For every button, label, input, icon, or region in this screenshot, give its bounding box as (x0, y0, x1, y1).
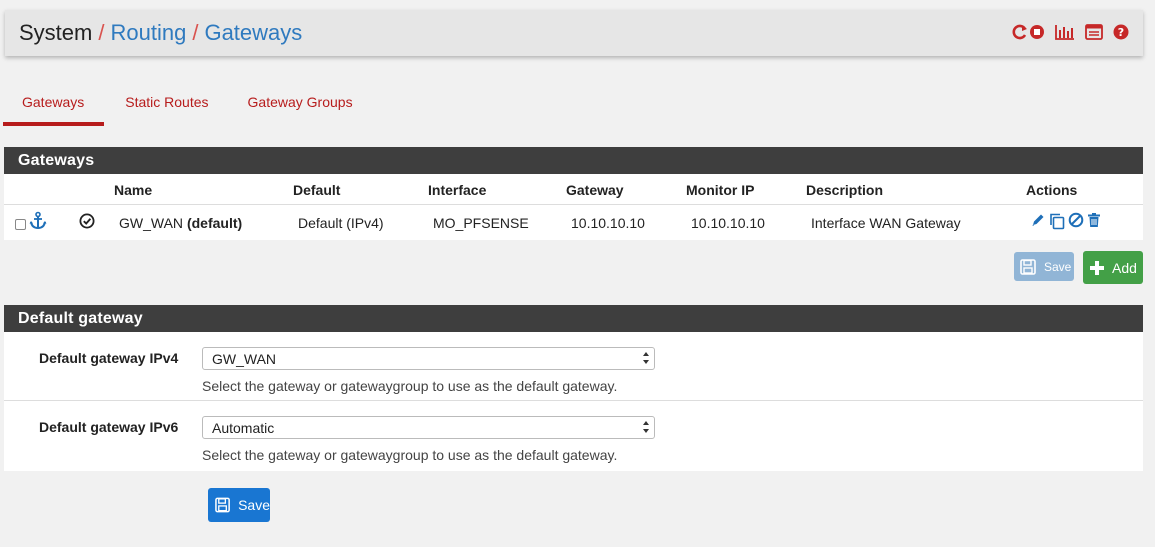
breadcrumb-separator: / (98, 20, 105, 45)
breadcrumb-system: System (19, 20, 93, 45)
pencil-icon[interactable] (1030, 212, 1046, 230)
save-gateways-button[interactable]: Save (1014, 252, 1074, 281)
column-header-actions: Actions (1026, 182, 1078, 198)
trash-icon[interactable] (1086, 212, 1102, 230)
plus-icon (1090, 260, 1104, 275)
save-gateways-button-label: Save (1044, 259, 1072, 274)
default-gateway-ipv4-select[interactable]: GW_WAN (202, 347, 655, 370)
column-header-default: Default (293, 182, 341, 198)
disable-icon[interactable] (1068, 212, 1084, 230)
gateways-panel: Gateways Name Default Interface Gateway … (4, 147, 1143, 240)
add-gateway-button-label: Add (1112, 259, 1137, 276)
default-marker: (default) (186, 215, 243, 231)
svg-text:?: ? (1118, 26, 1124, 39)
help-icon[interactable]: ? (1113, 24, 1129, 40)
gateway-monitor-ip: 10.10.10.10 (691, 215, 765, 231)
stop-icon[interactable] (1029, 24, 1045, 40)
default-gateway-panel: Default gateway Default gateway IPv4 GW_… (4, 305, 1143, 471)
panel-title: Default gateway (4, 305, 1143, 332)
breadcrumb-gateways[interactable]: Gateways (204, 20, 302, 46)
breadcrumb-separator: / (192, 20, 199, 45)
ipv4-selected-value: GW_WAN (212, 351, 277, 367)
gateway-interface: MO_PFSENSE (433, 215, 529, 231)
form-row-ipv4: Default gateway IPv4 GW_WAN Select the g… (4, 332, 1143, 401)
column-header-interface: Interface (428, 182, 487, 198)
ipv4-help-text: Select the gateway or gatewaygroup to us… (202, 378, 618, 394)
table-row: GW_WAN (default) Default (IPv4) MO_PFSEN… (4, 205, 1143, 240)
column-header-gateway: Gateway (566, 182, 624, 198)
gateway-address: 10.10.10.10 (571, 215, 645, 231)
panel-title: Gateways (4, 147, 1143, 174)
add-gateway-button[interactable]: Add (1083, 251, 1143, 284)
ipv6-label: Default gateway IPv6 (39, 419, 179, 435)
row-select-checkbox[interactable] (15, 219, 26, 230)
anchor-icon (28, 211, 48, 236)
floppy-disk-icon (1020, 258, 1036, 275)
tab-gateways[interactable]: Gateways (3, 88, 105, 126)
reload-icon[interactable] (1011, 23, 1029, 41)
copy-icon[interactable] (1048, 212, 1066, 230)
tab-static-routes[interactable]: Static Routes (104, 88, 228, 126)
default-gateway-ipv6-select[interactable]: Automatic (202, 416, 655, 439)
floppy-disk-icon (215, 497, 230, 513)
gateway-name: GW_WAN (default) (119, 215, 242, 231)
column-header-name: Name (114, 182, 153, 198)
tab-bar: Gateways Static Routes Gateway Groups (3, 88, 373, 126)
ipv4-label: Default gateway IPv4 (39, 350, 179, 366)
save-default-gateway-button-label: Save (238, 497, 270, 513)
column-header-description: Description (806, 182, 884, 198)
gateway-description: Interface WAN Gateway (811, 215, 961, 231)
ipv6-help-text: Select the gateway or gatewaygroup to us… (202, 447, 618, 463)
form-row-ipv6: Default gateway IPv6 Automatic Select th… (4, 401, 1143, 470)
header-icons: ? (1011, 23, 1129, 41)
select-arrows-icon (642, 420, 650, 437)
ipv6-selected-value: Automatic (212, 420, 275, 436)
check-circle-icon (79, 213, 95, 234)
row-actions (1030, 212, 1102, 230)
select-arrows-icon (642, 351, 650, 368)
save-default-gateway-button[interactable]: Save (208, 488, 270, 522)
breadcrumb-routing[interactable]: Routing (110, 20, 186, 46)
column-header-monitor-ip: Monitor IP (686, 182, 755, 198)
log-icon[interactable] (1085, 24, 1103, 40)
bar-chart-icon[interactable] (1055, 24, 1075, 40)
gateway-name-text: GW_WAN (119, 215, 184, 231)
tab-gateway-groups[interactable]: Gateway Groups (229, 88, 373, 126)
gateway-default: Default (IPv4) (298, 215, 384, 231)
page-header: System / Routing / Gateways ? (5, 10, 1143, 56)
gateways-table: Name Default Interface Gateway Monitor I… (4, 174, 1143, 240)
table-header-row: Name Default Interface Gateway Monitor I… (4, 174, 1143, 205)
